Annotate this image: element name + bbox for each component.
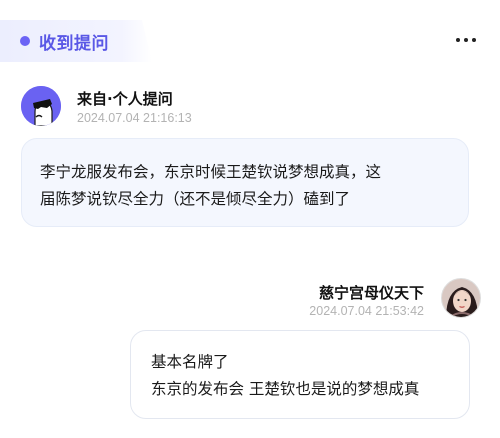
received-question-tag: 收到提问 xyxy=(0,20,152,62)
reply-text-line: 基本名牌了 xyxy=(151,353,229,371)
question-bubble: 李宁龙服发布会，东京时候王楚钦说梦想成真，这 届陈梦说钦尽全力（还不是倾尽全力）… xyxy=(21,138,469,227)
qa-page: 收到提问 来自·个人提问 2024.07.04 21:16:13 李宁龙服发布会… xyxy=(0,0,500,438)
reply-sender: 慈宁宫母仪天下 xyxy=(318,284,424,302)
dot xyxy=(464,38,468,42)
portrait-avatar-icon xyxy=(442,279,480,317)
user-avatar[interactable] xyxy=(441,278,481,318)
dot xyxy=(456,38,460,42)
question-text-line: 李宁龙服发布会，东京时候王楚钦说梦想成真，这 xyxy=(40,163,382,181)
question-sender: 来自·个人提问 xyxy=(77,90,173,108)
more-dots-icon[interactable] xyxy=(456,34,476,46)
question-timestamp: 2024.07.04 21:16:13 xyxy=(77,111,192,125)
accent-dot-icon xyxy=(20,36,30,46)
anonymous-avatar[interactable] xyxy=(21,86,61,126)
reply-bubble: 基本名牌了 东京的发布会 王楚钦也是说的梦想成真 xyxy=(130,330,470,419)
reply-timestamp: 2024.07.04 21:53:42 xyxy=(309,304,424,318)
dot xyxy=(472,38,476,42)
page-title: 收到提问 xyxy=(39,33,109,54)
reply-text-line: 东京的发布会 王楚钦也是说的梦想成真 xyxy=(151,380,420,398)
question-text-line: 届陈梦说钦尽全力（还不是倾尽全力）磕到了 xyxy=(40,190,351,208)
sunglasses-face-icon xyxy=(21,86,61,126)
